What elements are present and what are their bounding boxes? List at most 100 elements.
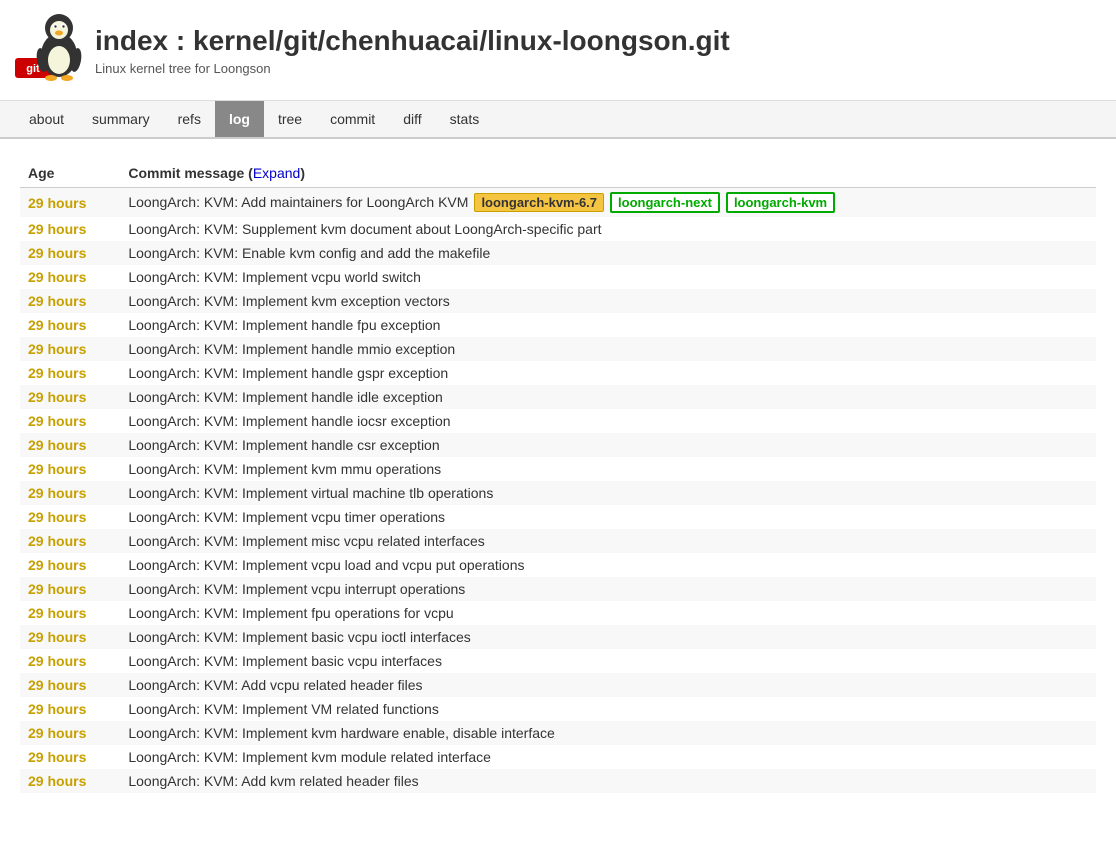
page-title: index : kernel/git/chenhuacai/linux-loon… <box>95 25 730 57</box>
table-row: 29 hours LoongArch: KVM: Implement vcpu t… <box>20 505 1096 529</box>
table-row: 29 hours LoongArch: KVM: Implement vcpu l… <box>20 553 1096 577</box>
log-content: Age Commit message (Expand) 29 hoursLoon… <box>0 139 1116 803</box>
commit-link[interactable]: LoongArch: KVM: Add vcpu related header … <box>128 677 422 693</box>
commit-link[interactable]: LoongArch: KVM: Implement handle csr exc… <box>128 437 439 453</box>
table-row: 29 hoursLoongArch: KVM: Implement vcpu w… <box>20 265 1096 289</box>
age-cell: 29 hours <box>20 601 120 625</box>
table-row: 29 hours LoongArch: KVM: Implement handle… <box>20 385 1096 409</box>
commit-link[interactable]: LoongArch: KVM: Implement vcpu load and … <box>128 557 524 573</box>
table-row: 29 hours LoongArch: KVM: Implement kvm mo… <box>20 745 1096 769</box>
commit-msg-cell: LoongArch: KVM: Implement handle fpu exc… <box>120 313 1096 337</box>
log-table: Age Commit message (Expand) 29 hoursLoon… <box>20 159 1096 793</box>
age-cell: 29 hours <box>20 553 120 577</box>
table-row: 29 hours LoongArch: KVM: Implement handle… <box>20 409 1096 433</box>
commit-msg-cell: LoongArch: KVM: Enable kvm config and ad… <box>120 241 1096 265</box>
commit-link[interactable]: LoongArch: KVM: Add maintainers for Loon… <box>128 194 468 210</box>
commit-link[interactable]: LoongArch: KVM: Implement handle idle ex… <box>128 389 442 405</box>
nav-item-summary[interactable]: summary <box>78 101 164 137</box>
page-subtitle: Linux kernel tree for Loongson <box>95 61 730 76</box>
table-row: 29 hours LoongArch: KVM: Implement misc v… <box>20 529 1096 553</box>
nav-item-log[interactable]: log <box>215 101 264 137</box>
age-cell: 29 hours <box>20 625 120 649</box>
table-row: 29 hours LoongArch: KVM: Implement virtua… <box>20 481 1096 505</box>
table-row: 29 hours LoongArch: KVM: Add maintainers … <box>20 188 1096 218</box>
nav-item-commit[interactable]: commit <box>316 101 389 137</box>
commit-link[interactable]: LoongArch: KVM: Supplement kvm document … <box>128 221 601 237</box>
commit-msg-cell: LoongArch: KVM: Implement vcpu timer ope… <box>120 505 1096 529</box>
table-row: 29 hours LoongArch: KVM: Implement VM rel… <box>20 697 1096 721</box>
commit-link[interactable]: LoongArch: KVM: Implement vcpu timer ope… <box>128 509 445 525</box>
age-cell: 29 hours <box>20 433 120 457</box>
age-cell: 29 hours <box>20 385 120 409</box>
age-cell: 29 hours <box>20 769 120 793</box>
age-cell: 29 hours <box>20 529 120 553</box>
svg-text:git: git <box>26 63 40 75</box>
age-cell: 29 hours <box>20 457 120 481</box>
table-row: 29 hoursLoongArch: KVM: Add vcpu related… <box>20 673 1096 697</box>
table-row: 29 hours LoongArch: KVM: Implement handle… <box>20 337 1096 361</box>
commit-msg-cell: LoongArch: KVM: Implement vcpu load and … <box>120 553 1096 577</box>
nav-item-about[interactable]: about <box>15 101 78 137</box>
commit-msg-cell: LoongArch: KVM: Supplement kvm document … <box>120 217 1096 241</box>
age-cell: 29 hours <box>20 409 120 433</box>
commit-msg-cell: LoongArch: KVM: Implement basic vcpu int… <box>120 649 1096 673</box>
table-row: 29 hours LoongArch: KVM: Implement kvm ex… <box>20 289 1096 313</box>
commit-link[interactable]: LoongArch: KVM: Implement kvm exception … <box>128 293 449 309</box>
tag-loongarch-kvm[interactable]: loongarch-kvm <box>726 192 835 213</box>
table-row: 29 hours LoongArch: KVM: Enable kvm confi… <box>20 241 1096 265</box>
commit-msg-cell: LoongArch: KVM: Implement handle gspr ex… <box>120 361 1096 385</box>
commit-link[interactable]: LoongArch: KVM: Implement virtual machin… <box>128 485 493 501</box>
age-cell: 29 hours <box>20 217 120 241</box>
commit-link[interactable]: LoongArch: KVM: Enable kvm config and ad… <box>128 245 490 261</box>
commit-link[interactable]: LoongArch: KVM: Implement kvm module rel… <box>128 749 491 765</box>
tag-loongarch-kvm-6.7[interactable]: loongarch-kvm-6.7 <box>474 193 604 212</box>
commit-link[interactable]: LoongArch: KVM: Implement kvm hardware e… <box>128 725 554 741</box>
main-nav: aboutsummaryrefslogtreecommitdiffstats <box>0 101 1116 139</box>
commit-link[interactable]: LoongArch: KVM: Implement VM related fun… <box>128 701 438 717</box>
commit-msg-cell: LoongArch: KVM: Add maintainers for Loon… <box>120 188 1096 218</box>
age-cell: 29 hours <box>20 188 120 218</box>
commit-msg-cell: LoongArch: KVM: Implement kvm hardware e… <box>120 721 1096 745</box>
commit-msg-cell: LoongArch: KVM: Implement VM related fun… <box>120 697 1096 721</box>
commit-msg-cell: LoongArch: KVM: Implement misc vcpu rela… <box>120 529 1096 553</box>
table-row: 29 hours LoongArch: KVM: Supplement kvm d… <box>20 217 1096 241</box>
commit-link[interactable]: LoongArch: KVM: Implement basic vcpu ioc… <box>128 629 470 645</box>
age-cell: 29 hours <box>20 337 120 361</box>
commit-link[interactable]: LoongArch: KVM: Implement fpu operations… <box>128 605 453 621</box>
commit-link[interactable]: LoongArch: KVM: Implement misc vcpu rela… <box>128 533 484 549</box>
nav-item-stats[interactable]: stats <box>436 101 494 137</box>
nav-item-tree[interactable]: tree <box>264 101 316 137</box>
header-text: index : kernel/git/chenhuacai/linux-loon… <box>95 25 730 76</box>
age-cell: 29 hours <box>20 313 120 337</box>
table-row: 29 hours LoongArch: KVM: Implement basic … <box>20 625 1096 649</box>
table-row: 29 hoursLoongArch: KVM: Implement kvm ha… <box>20 721 1096 745</box>
commit-link[interactable]: LoongArch: KVM: Implement handle mmio ex… <box>128 341 455 357</box>
age-cell: 29 hours <box>20 241 120 265</box>
commit-msg-cell: LoongArch: KVM: Implement virtual machin… <box>120 481 1096 505</box>
commit-link[interactable]: LoongArch: KVM: Implement handle fpu exc… <box>128 317 440 333</box>
commit-link[interactable]: LoongArch: KVM: Add kvm related header f… <box>128 773 418 789</box>
commit-msg-cell: LoongArch: KVM: Add kvm related header f… <box>120 769 1096 793</box>
commit-link[interactable]: LoongArch: KVM: Implement handle iocsr e… <box>128 413 450 429</box>
commit-msg-cell: LoongArch: KVM: Implement fpu operations… <box>120 601 1096 625</box>
age-cell: 29 hours <box>20 505 120 529</box>
table-row: 29 hours LoongArch: KVM: Add kvm related … <box>20 769 1096 793</box>
commit-msg-cell: LoongArch: KVM: Implement handle iocsr e… <box>120 409 1096 433</box>
age-cell: 29 hours <box>20 361 120 385</box>
age-cell: 29 hours <box>20 697 120 721</box>
commit-link[interactable]: LoongArch: KVM: Implement vcpu world swi… <box>128 269 421 285</box>
tag-loongarch-next[interactable]: loongarch-next <box>610 192 720 213</box>
commit-link[interactable]: LoongArch: KVM: Implement basic vcpu int… <box>128 653 442 669</box>
nav-item-refs[interactable]: refs <box>164 101 215 137</box>
nav-item-diff[interactable]: diff <box>389 101 435 137</box>
expand-link[interactable]: Expand <box>253 165 300 181</box>
commit-link[interactable]: LoongArch: KVM: Implement kvm mmu operat… <box>128 461 441 477</box>
age-cell: 29 hours <box>20 745 120 769</box>
commit-msg-cell: LoongArch: KVM: Implement vcpu world swi… <box>120 265 1096 289</box>
age-cell: 29 hours <box>20 481 120 505</box>
age-cell: 29 hours <box>20 289 120 313</box>
commit-msg-cell: LoongArch: KVM: Implement handle mmio ex… <box>120 337 1096 361</box>
table-row: 29 hoursLoongArch: KVM: Implement basic … <box>20 649 1096 673</box>
commit-link[interactable]: LoongArch: KVM: Implement handle gspr ex… <box>128 365 448 381</box>
commit-link[interactable]: LoongArch: KVM: Implement vcpu interrupt… <box>128 581 465 597</box>
